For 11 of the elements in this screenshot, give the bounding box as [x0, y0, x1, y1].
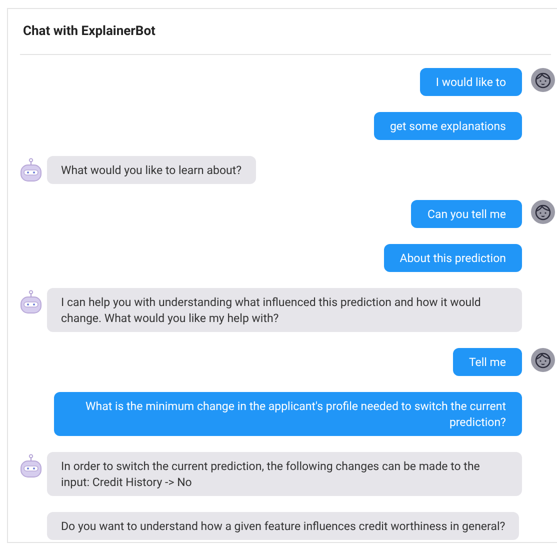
user-message: About this prediction — [384, 244, 522, 272]
user-message: Can you tell me — [411, 200, 522, 228]
bot-message: Do you want to understand how a given feature influences credit worthiness in general? — [47, 512, 520, 540]
chat-title: Chat with ExplainerBot — [22, 23, 156, 41]
user-message: What is the minimum change in the applicant's profile needed to switch the current prediction? — [54, 392, 522, 436]
user-message: get some explanations — [374, 112, 522, 140]
bot-message: I can help you with understanding what influenced this prediction and how it would change. What would you like my help with? — [47, 288, 522, 332]
bot-message: In order to switch the current prediction, the following changes can be made to the input: Credit History -> No — [47, 452, 522, 496]
user-message: I would like to — [420, 68, 522, 96]
user-message: Tell me — [452, 348, 522, 376]
bot-message: What would you like to learn about? — [47, 156, 256, 184]
